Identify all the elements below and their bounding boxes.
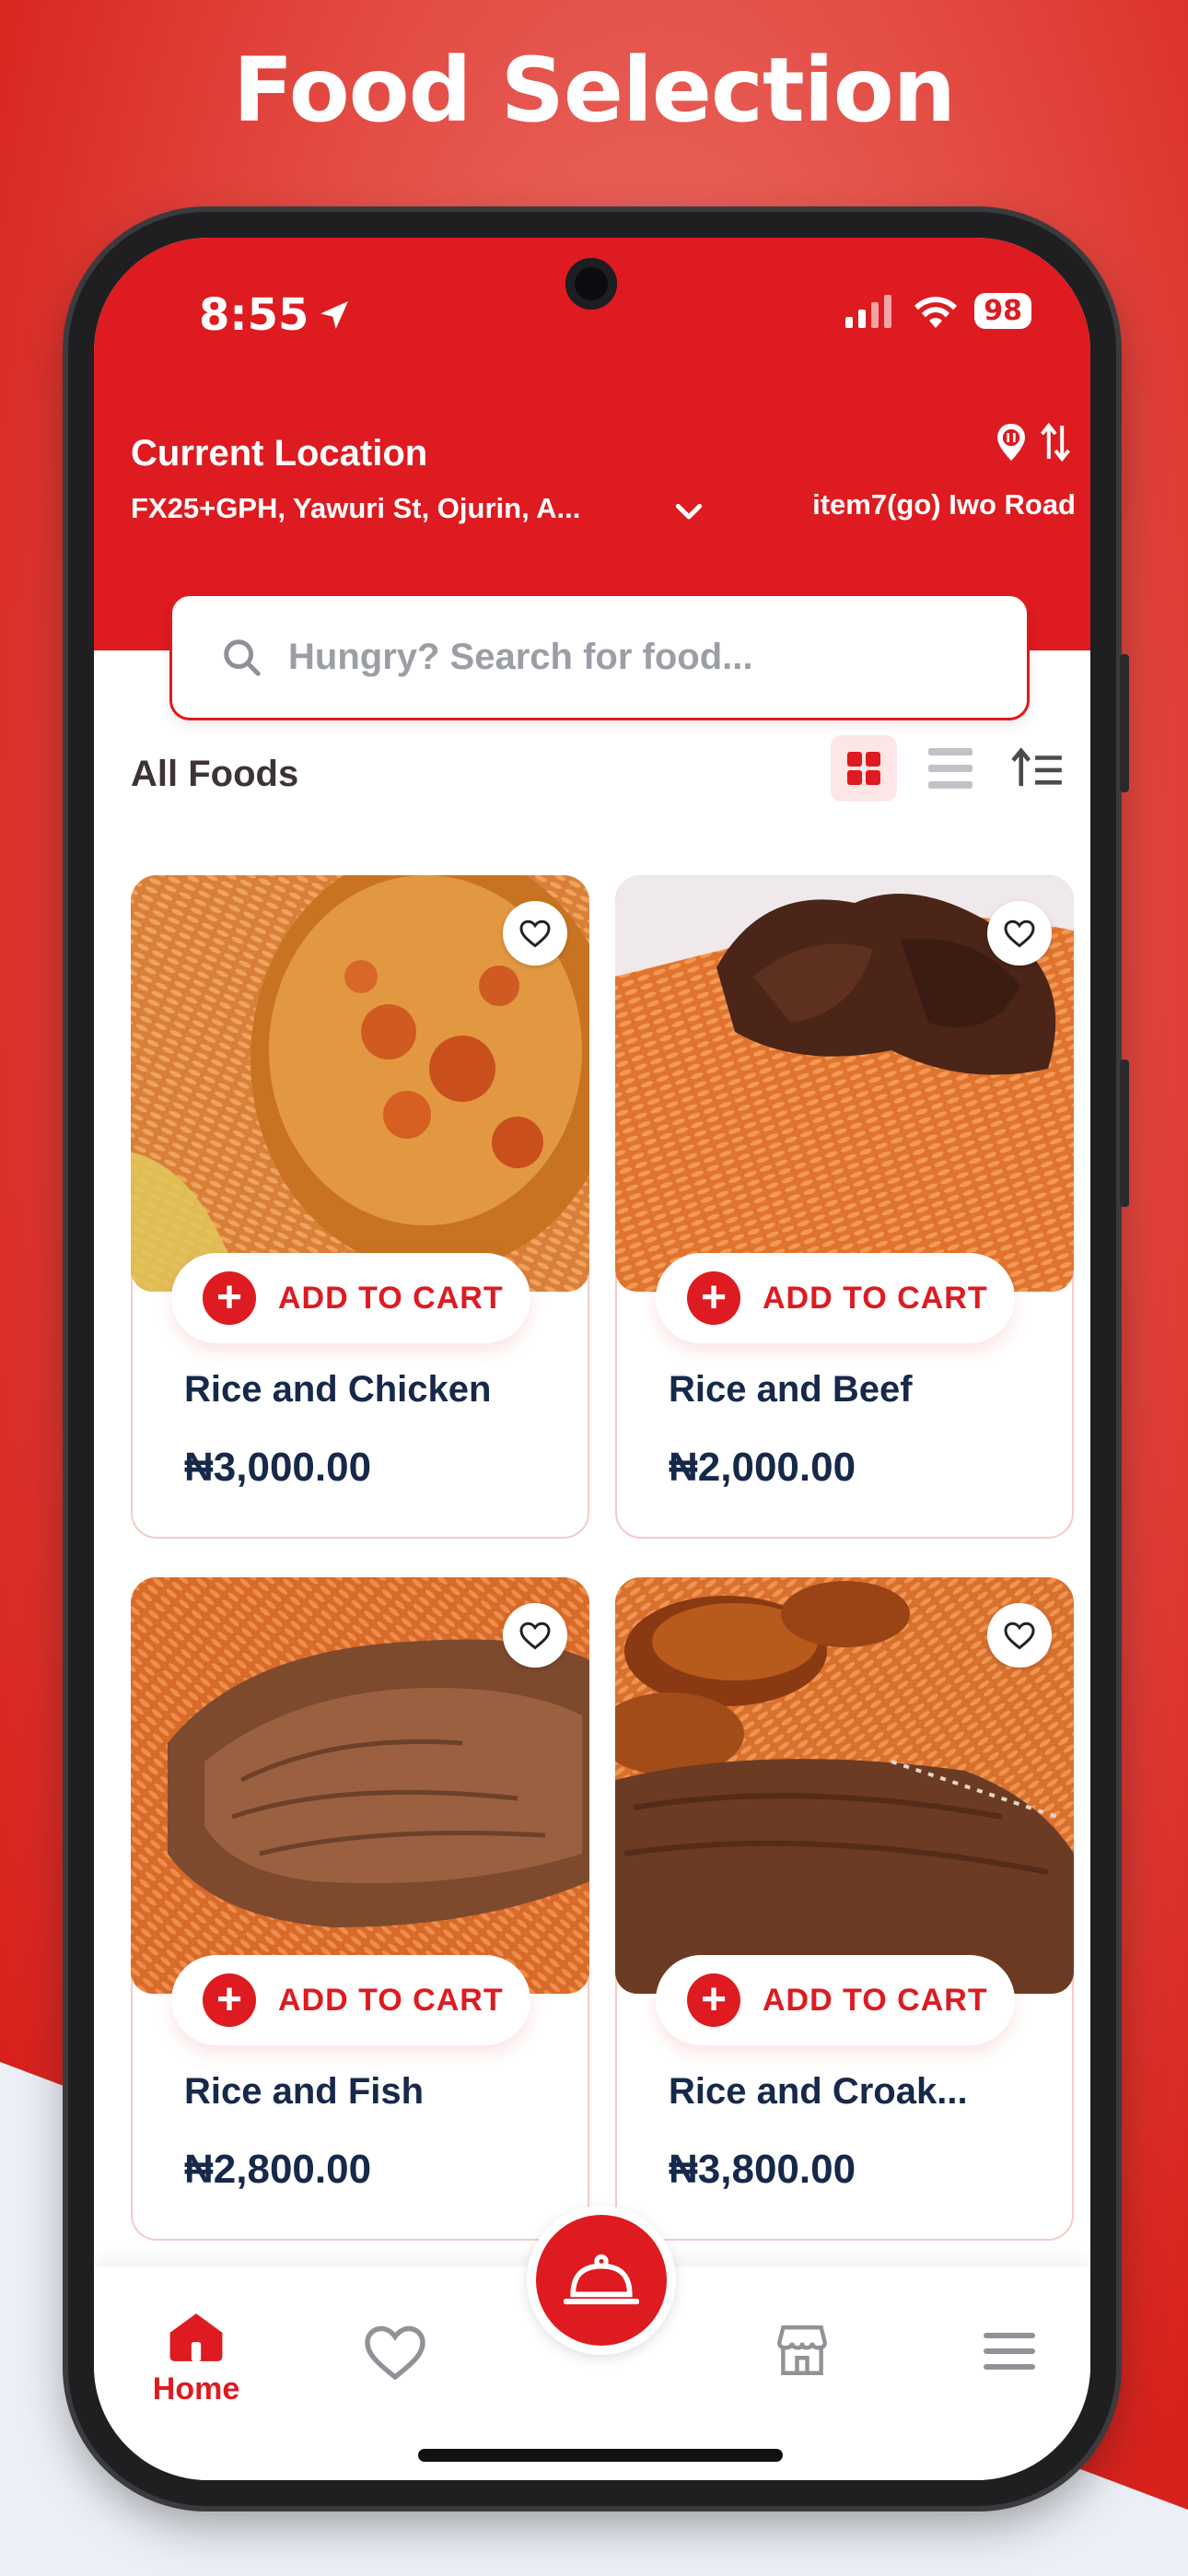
- heart-icon: [519, 1622, 551, 1650]
- heart-icon: [519, 919, 551, 948]
- add-to-cart-button[interactable]: + ADD TO CART: [171, 1955, 530, 2045]
- nav-favorites[interactable]: [361, 2322, 429, 2383]
- grid-view-button[interactable]: [831, 735, 897, 802]
- food-card[interactable]: + ADD TO CART Rice and Beef ₦2,000.00: [615, 875, 1074, 1539]
- battery-indicator: 98: [974, 293, 1031, 329]
- heart-icon: [1004, 1622, 1035, 1650]
- plus-icon: +: [687, 1271, 740, 1325]
- heart-icon: [365, 2325, 425, 2381]
- add-to-cart-button[interactable]: + ADD TO CART: [656, 1955, 1015, 2045]
- sort-button[interactable]: [1004, 735, 1070, 802]
- favorite-button[interactable]: [987, 1603, 1052, 1668]
- section-title: All Foods: [131, 754, 299, 794]
- front-camera: [565, 258, 617, 310]
- restaurant-pin-icon: [997, 424, 1025, 461]
- status-time-text: 8:55: [199, 289, 309, 341]
- favorite-button[interactable]: [987, 901, 1052, 966]
- nav-home-label: Home: [152, 2371, 240, 2406]
- food-image: [131, 1577, 589, 1994]
- food-card[interactable]: + ADD TO CART Rice and Croak... ₦3,800.0…: [615, 1577, 1074, 2241]
- sort-ascending-icon: [1011, 747, 1062, 787]
- food-price: ₦2,800.00: [184, 2147, 372, 2192]
- wifi-icon: [914, 296, 958, 328]
- home-indicator: [418, 2449, 783, 2462]
- sort-arrows-icon: [1041, 422, 1070, 463]
- phone-power-button: [1120, 1060, 1129, 1207]
- list-icon: [928, 748, 973, 789]
- cellular-signal-icon: [845, 294, 892, 328]
- app-screen: 8:55 98 Current Location FX25+GPH, Yawur…: [94, 238, 1090, 2480]
- branch-switcher[interactable]: [993, 422, 1072, 463]
- list-view-button[interactable]: [917, 735, 984, 802]
- location-arrow-icon: [320, 301, 349, 329]
- food-name: Rice and Beef: [669, 1369, 913, 1410]
- plus-icon: +: [203, 1973, 256, 2027]
- add-to-cart-button[interactable]: + ADD TO CART: [656, 1253, 1015, 1343]
- add-to-cart-label: ADD TO CART: [763, 1982, 988, 2018]
- branch-name[interactable]: item7(go) Iwo Road: [812, 488, 1076, 521]
- food-name: Rice and Fish: [184, 2071, 425, 2112]
- phone-frame: 8:55 98 Current Location FX25+GPH, Yawur…: [68, 212, 1129, 2506]
- menu-center-button[interactable]: [527, 2206, 676, 2355]
- heart-icon: [1004, 919, 1035, 948]
- favorite-button[interactable]: [503, 901, 567, 966]
- location-title: Current Location: [131, 433, 428, 474]
- plus-icon: +: [687, 1973, 740, 2027]
- plus-icon: +: [203, 1271, 256, 1325]
- chevron-down-icon[interactable]: [670, 494, 707, 535]
- search-placeholder: Hungry? Search for food...: [288, 636, 753, 677]
- add-to-cart-label: ADD TO CART: [278, 1280, 504, 1316]
- app-header: 8:55 98 Current Location FX25+GPH, Yawur…: [94, 238, 1090, 650]
- food-price: ₦3,800.00: [669, 2147, 856, 2192]
- nav-store[interactable]: [772, 2320, 833, 2381]
- hamburger-menu-icon: [984, 2333, 1035, 2370]
- food-image: [615, 875, 1074, 1292]
- cloche-icon: [564, 2254, 639, 2305]
- food-price: ₦2,000.00: [669, 1445, 856, 1490]
- food-price: ₦3,000.00: [184, 1445, 372, 1490]
- nav-home[interactable]: Home: [146, 2311, 247, 2407]
- add-to-cart-label: ADD TO CART: [763, 1280, 988, 1316]
- grid-icon: [847, 752, 880, 785]
- status-bar-time: 8:55: [199, 289, 353, 341]
- add-to-cart-label: ADD TO CART: [278, 1982, 504, 2018]
- search-input[interactable]: Hungry? Search for food...: [169, 593, 1030, 720]
- food-image: [615, 1577, 1074, 1994]
- food-name: Rice and Croak...: [669, 2071, 968, 2112]
- food-image: [131, 875, 589, 1292]
- food-card[interactable]: + ADD TO CART Rice and Chicken ₦3,000.00: [131, 875, 589, 1539]
- search-icon: [224, 639, 261, 676]
- food-name: Rice and Chicken: [184, 1369, 492, 1410]
- bottom-navigation: Home: [94, 2206, 1090, 2480]
- phone-volume-button: [1120, 654, 1129, 792]
- favorite-button[interactable]: [503, 1603, 567, 1668]
- food-card[interactable]: + ADD TO CART Rice and Fish ₦2,800.00: [131, 1577, 589, 2241]
- add-to-cart-button[interactable]: + ADD TO CART: [171, 1253, 530, 1343]
- promo-headline: Food Selection: [233, 39, 956, 142]
- view-toggles: [831, 735, 1070, 802]
- store-icon: [777, 2325, 827, 2375]
- location-address[interactable]: FX25+GPH, Yawuri St, Ojurin, A...: [131, 492, 646, 525]
- nav-menu[interactable]: [984, 2333, 1035, 2370]
- home-icon: [169, 2313, 223, 2361]
- status-bar-icons: 98: [845, 293, 1031, 329]
